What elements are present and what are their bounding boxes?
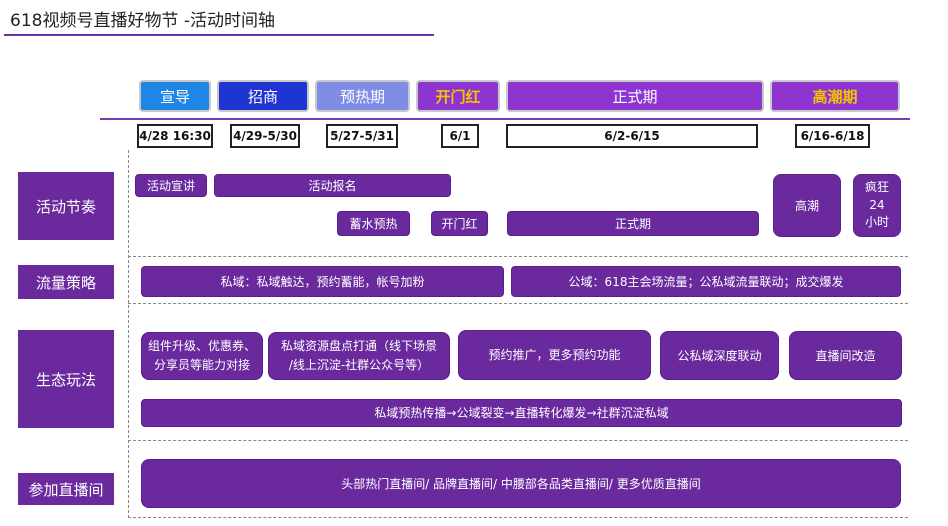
ecology-box1-line2: 分享员等能力对接 xyxy=(153,358,250,372)
ecology-booking-promo: 预约推广，更多预约功能 xyxy=(458,330,651,380)
rhythm-item-signup: 活动报名 xyxy=(214,174,451,197)
crazy-line-2: 24 xyxy=(869,197,885,212)
traffic-private: 私域：私域触达，预约蓄能，帐号加粉 xyxy=(141,266,504,297)
phase-yure: 预热期 xyxy=(315,80,410,112)
row-label-rooms: 参加直播间 xyxy=(18,473,114,505)
rhythm-item-climax: 高潮 xyxy=(773,174,841,237)
date-label: 6/1 xyxy=(441,124,479,148)
phase-gaochao: 高潮期 xyxy=(770,80,900,112)
grid-vertical-divider xyxy=(128,150,129,518)
phase-xuandao: 宣导 xyxy=(139,80,211,112)
rhythm-item-formal: 正式期 xyxy=(507,211,759,236)
row-label-rhythm: 活动节奏 xyxy=(18,172,114,240)
date-label: 4/29-5/30 xyxy=(230,124,300,148)
ecology-deep-linkage: 公私域深度联动 xyxy=(660,331,779,380)
phase-zhengshi: 正式期 xyxy=(506,80,764,112)
traffic-public: 公域：618主会场流量；公私域流量联动；成交爆发 xyxy=(511,266,901,297)
phase-zhaoshang: 招商 xyxy=(217,80,309,112)
rhythm-item-briefing: 活动宣讲 xyxy=(135,174,207,197)
date-label: 6/2-6/15 xyxy=(506,124,758,148)
date-label: 4/28 16:30 xyxy=(137,124,213,148)
phase-kaimenhong: 开门红 xyxy=(416,80,500,112)
rhythm-item-kickoff: 开门红 xyxy=(431,211,488,236)
date-label: 5/27-5/31 xyxy=(326,124,398,148)
title-underline xyxy=(4,34,434,36)
rooms-list: 头部热门直播间/ 品牌直播间/ 中腰部各品类直播间/ 更多优质直播间 xyxy=(141,459,901,508)
date-label: 6/16-6/18 xyxy=(795,124,870,148)
ecology-box2-line2: /线上沉淀-社群公众号等） xyxy=(288,358,430,372)
ecology-box1-line1: 组件升级、优惠券、 xyxy=(148,338,257,353)
timeline-axis xyxy=(100,118,910,120)
ecology-private-resource: 私域资源盘点打通（线下场景 /线上沉淀-社群公众号等） xyxy=(268,332,450,380)
grid-row-divider xyxy=(128,517,908,518)
grid-row-divider xyxy=(128,256,908,257)
ecology-component-upgrade: 组件升级、优惠券、 分享员等能力对接 xyxy=(141,332,263,380)
ecology-room-makeover: 直播间改造 xyxy=(789,331,902,380)
row-label-ecology: 生态玩法 xyxy=(18,330,114,428)
page-title: 618视频号直播好物节 -活动时间轴 xyxy=(10,11,275,31)
grid-row-divider xyxy=(128,440,908,441)
rhythm-item-warmup: 蓄水预热 xyxy=(337,211,410,236)
crazy-line-1: 疯狂 xyxy=(864,180,889,195)
grid-row-divider xyxy=(128,303,908,304)
ecology-flow-chain: 私域预热传播→公域裂变→直播转化爆发→社群沉淀私域 xyxy=(141,399,902,427)
rhythm-item-crazy-24h: 疯狂 24 小时 xyxy=(853,174,901,237)
crazy-line-3: 小时 xyxy=(864,215,889,230)
ecology-box2-line1: 私域资源盘点打通（线下场景 xyxy=(280,338,437,353)
row-label-traffic: 流量策略 xyxy=(18,265,114,299)
